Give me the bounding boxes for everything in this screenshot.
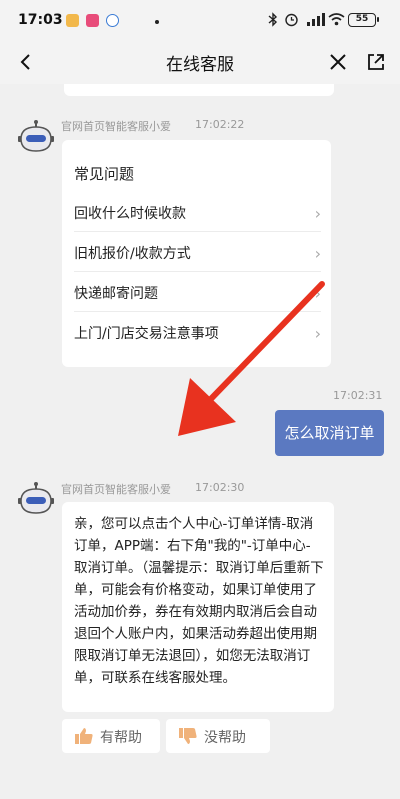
bot-message-bubble: 亲，您可以点击个人中心-订单详情-取消订单，APP端：右下角"我的"-订单中心-… xyxy=(62,502,334,712)
app-notification-icon xyxy=(86,14,99,27)
message-time: 17:02:22 xyxy=(195,118,245,131)
thumbs-up-icon xyxy=(75,728,93,744)
nav-bar: 在线客服 xyxy=(0,40,400,84)
close-icon[interactable] xyxy=(326,50,350,74)
faq-item[interactable]: 旧机报价/收款方式 › xyxy=(74,232,321,272)
more-notifications-icon xyxy=(155,20,159,24)
wifi-icon xyxy=(328,13,345,26)
alarm-icon xyxy=(285,13,298,27)
bot-avatar-icon xyxy=(18,120,54,152)
bluetooth-icon xyxy=(268,12,278,27)
helpful-label: 有帮助 xyxy=(100,730,142,746)
faq-item-label: 快递邮寄问题 xyxy=(74,286,158,302)
faq-item[interactable]: 回收什么时候收款 › xyxy=(74,192,321,232)
app-notification-icon xyxy=(106,14,119,27)
status-time: 17:03 xyxy=(18,12,63,28)
helpful-button[interactable]: 有帮助 xyxy=(62,719,160,753)
chevron-right-icon: › xyxy=(314,244,321,263)
not-helpful-label: 没帮助 xyxy=(204,730,246,746)
faq-item-label: 回收什么时候收款 xyxy=(74,206,186,222)
faq-title: 常见问题 xyxy=(74,165,135,183)
thumbs-down-icon xyxy=(179,728,197,744)
message-time: 17:02:31 xyxy=(333,389,383,402)
sender-name: 官网首页智能客服小爱 xyxy=(61,120,171,133)
chevron-right-icon: › xyxy=(314,204,321,223)
previous-message-bubble xyxy=(64,84,334,96)
share-icon[interactable] xyxy=(364,50,388,74)
battery-icon: 55 xyxy=(348,13,379,27)
message-time: 17:02:30 xyxy=(195,481,245,494)
signal-icon xyxy=(307,13,325,26)
faq-item-label: 旧机报价/收款方式 xyxy=(74,246,191,262)
sender-name: 官网首页智能客服小爱 xyxy=(61,483,171,496)
not-helpful-button[interactable]: 没帮助 xyxy=(166,719,270,753)
status-bar: 17:03 55 xyxy=(0,0,400,40)
bot-avatar-icon xyxy=(18,482,54,514)
bot-message-text: 亲，您可以点击个人中心-订单详情-取消订单，APP端：右下角"我的"-订单中心-… xyxy=(74,516,324,686)
annotation-arrow xyxy=(178,281,325,436)
app-notification-icon xyxy=(66,14,79,27)
